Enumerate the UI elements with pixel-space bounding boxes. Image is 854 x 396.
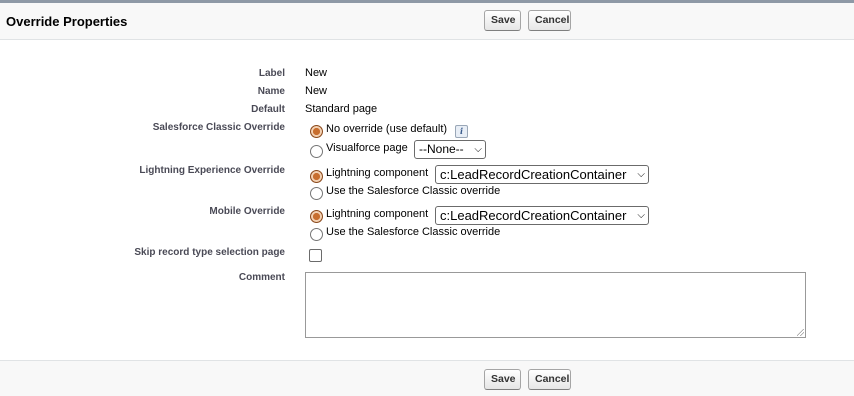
lightning-component-radio[interactable] (310, 170, 323, 183)
lightning-component-select-value: c:LeadRecordCreationContainer (440, 167, 627, 182)
cancel-button-top[interactable]: Cancel (528, 10, 571, 31)
save-button-top[interactable]: Save (484, 10, 521, 31)
no-override-option-label: No override (use default) (326, 123, 448, 135)
skip-record-type-label: Skip record type selection page (134, 247, 285, 258)
chevron-down-icon: ⌵ (474, 144, 482, 155)
visualforce-page-select[interactable]: --None-- ⌵ (414, 140, 486, 159)
page-title: Override Properties (6, 14, 128, 29)
lightning-use-classic-option-label: Use the Salesforce Classic override (326, 185, 501, 197)
label-field-label: Label (258, 68, 285, 79)
chevron-down-icon: ⌵ (637, 210, 645, 221)
header-bar: Override Properties Save Cancel (0, 3, 854, 40)
chevron-down-icon: ⌵ (637, 169, 645, 180)
cancel-button-bottom[interactable]: Cancel (528, 369, 571, 390)
visualforce-page-option-label: Visualforce page (326, 142, 408, 154)
skip-record-type-checkbox[interactable] (309, 249, 322, 262)
name-field-value: New (305, 85, 328, 97)
mobile-lightning-component-select[interactable]: c:LeadRecordCreationContainer ⌵ (435, 206, 649, 225)
mobile-lightning-component-select-value: c:LeadRecordCreationContainer (440, 208, 627, 223)
label-field-value: New (305, 67, 328, 79)
mobile-lightning-component-radio[interactable] (310, 210, 323, 223)
lightning-component-select[interactable]: c:LeadRecordCreationContainer ⌵ (435, 165, 649, 184)
mobile-lightning-component-option-label: Lightning component (326, 208, 429, 220)
mobile-override-label: Mobile Override (209, 206, 285, 217)
default-field-value: Standard page (305, 103, 378, 115)
lightning-override-label: Lightning Experience Override (139, 165, 285, 176)
comment-textarea[interactable] (305, 272, 806, 338)
footer-bar: Save Cancel (0, 360, 854, 396)
resize-grip-icon[interactable] (797, 329, 804, 336)
visualforce-page-radio[interactable] (310, 145, 323, 158)
save-button-bottom[interactable]: Save (484, 369, 521, 390)
mobile-use-classic-radio[interactable] (310, 228, 323, 241)
name-field-label: Name (257, 86, 285, 97)
visualforce-page-select-value: --None-- (419, 142, 464, 156)
classic-override-label: Salesforce Classic Override (152, 122, 285, 133)
lightning-component-option-label: Lightning component (326, 167, 429, 179)
comment-label: Comment (238, 272, 285, 283)
lightning-use-classic-radio[interactable] (310, 187, 323, 200)
mobile-use-classic-option-label: Use the Salesforce Classic override (326, 226, 501, 238)
info-icon[interactable]: i (455, 125, 468, 138)
default-field-label: Default (251, 104, 285, 115)
no-override-radio[interactable] (310, 125, 323, 138)
